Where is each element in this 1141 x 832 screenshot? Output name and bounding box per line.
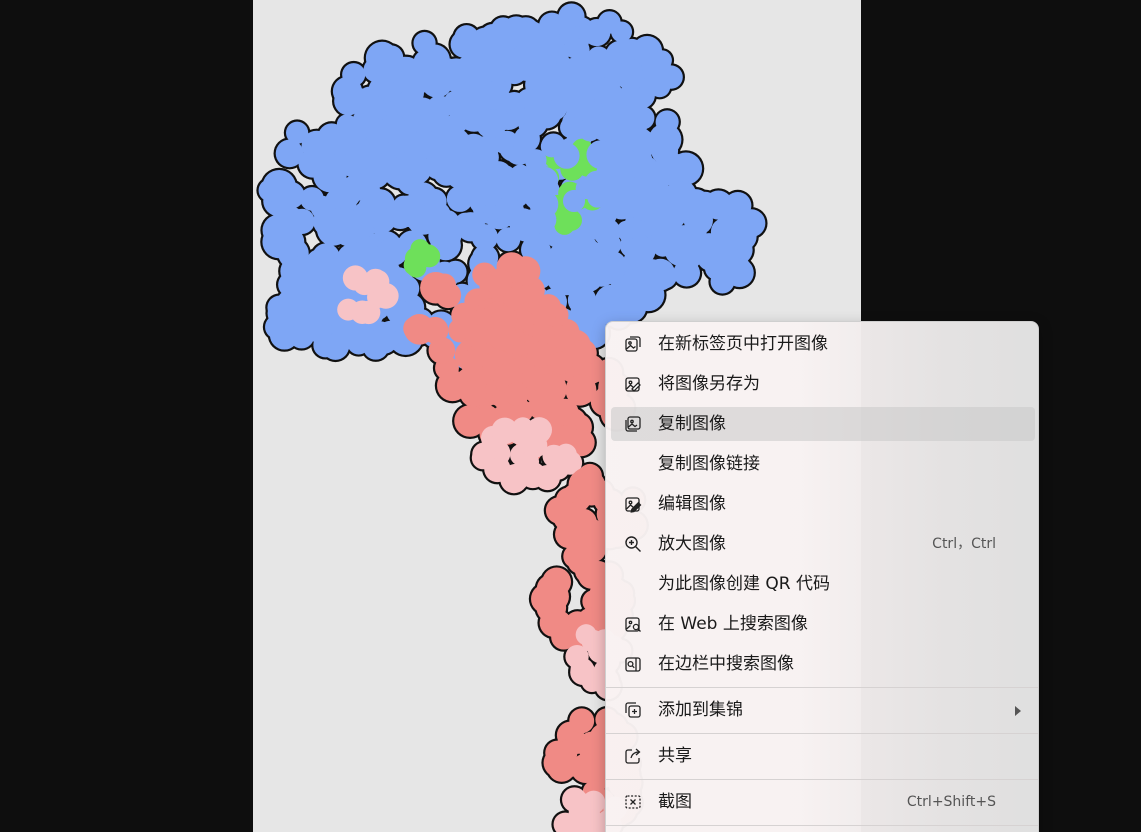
- menu-divider: [606, 825, 1038, 826]
- menu-divider: [606, 779, 1038, 780]
- save-image-icon: [623, 374, 643, 394]
- menu-item-zoom-image[interactable]: 放大图像 Ctrl，Ctrl: [611, 527, 1035, 561]
- menu-item-edit-image[interactable]: 编辑图像: [611, 487, 1035, 521]
- menu-item-search-web[interactable]: 在 Web 上搜索图像: [611, 607, 1035, 641]
- edit-image-icon: [623, 494, 643, 514]
- menu-label: 在新标签页中打开图像: [658, 334, 828, 354]
- menu-shortcut: Ctrl+Shift+S: [906, 794, 996, 810]
- menu-divider: [606, 733, 1038, 734]
- viewer-stage: 在新标签页中打开图像 将图像另存为 复制图像 复制图像链接 编辑图像 放大图像 …: [0, 0, 1141, 832]
- menu-item-add-to-collection[interactable]: 添加到集锦: [611, 693, 1035, 727]
- menu-shortcut: Ctrl，Ctrl: [932, 536, 996, 552]
- menu-item-share[interactable]: 共享: [611, 739, 1035, 773]
- menu-item-open-in-new-tab[interactable]: 在新标签页中打开图像: [611, 327, 1035, 361]
- menu-label: 截图: [658, 792, 692, 812]
- share-icon: [623, 746, 643, 766]
- search-web-icon: [623, 614, 643, 634]
- menu-label: 在边栏中搜索图像: [658, 654, 794, 674]
- menu-divider: [606, 687, 1038, 688]
- menu-item-save-image-as[interactable]: 将图像另存为: [611, 367, 1035, 401]
- menu-label: 添加到集锦: [658, 700, 743, 720]
- menu-item-search-sidebar[interactable]: 在边栏中搜索图像: [611, 647, 1035, 681]
- menu-label: 编辑图像: [658, 494, 726, 514]
- screenshot-icon: [623, 792, 643, 812]
- menu-item-copy-image-link[interactable]: 复制图像链接: [611, 447, 1035, 481]
- add-to-collection-icon: [623, 700, 643, 720]
- open-in-new-tab-icon: [623, 334, 643, 354]
- zoom-in-icon: [623, 534, 643, 554]
- menu-item-copy-image[interactable]: 复制图像: [611, 407, 1035, 441]
- chevron-right-icon: [1015, 706, 1021, 716]
- copy-image-icon: [623, 414, 643, 434]
- menu-label: 为此图像创建 QR 代码: [658, 574, 831, 594]
- context-menu: 在新标签页中打开图像 将图像另存为 复制图像 复制图像链接 编辑图像 放大图像 …: [605, 321, 1039, 832]
- menu-item-create-qr-code[interactable]: 为此图像创建 QR 代码: [611, 567, 1035, 601]
- menu-label: 在 Web 上搜索图像: [658, 614, 808, 634]
- menu-label: 复制图像链接: [658, 454, 760, 474]
- menu-item-screenshot[interactable]: 截图 Ctrl+Shift+S: [611, 785, 1035, 819]
- search-sidebar-icon: [623, 654, 643, 674]
- menu-label: 将图像另存为: [658, 374, 760, 394]
- menu-label: 共享: [658, 746, 692, 766]
- menu-label: 放大图像: [658, 534, 726, 554]
- menu-label: 复制图像: [658, 414, 726, 434]
